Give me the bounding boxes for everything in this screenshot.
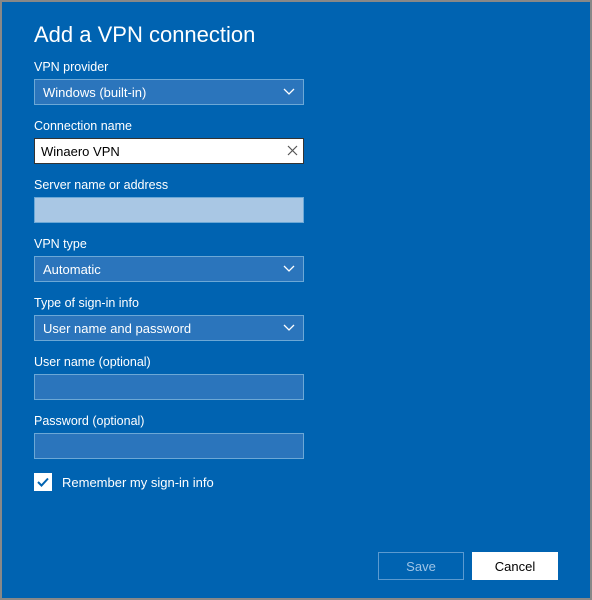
- label-username: User name (optional): [34, 355, 558, 369]
- cancel-button[interactable]: Cancel: [472, 552, 558, 580]
- vpn-form: VPN provider Windows (built-in) Connecti…: [34, 60, 558, 552]
- page-title: Add a VPN connection: [34, 22, 558, 48]
- row-remember: Remember my sign-in info: [34, 473, 558, 491]
- field-signin-type: Type of sign-in info User name and passw…: [34, 296, 558, 341]
- field-connection-name: Connection name: [34, 119, 558, 164]
- label-password: Password (optional): [34, 414, 558, 428]
- label-vpn-provider: VPN provider: [34, 60, 558, 74]
- save-button: Save: [378, 552, 464, 580]
- field-vpn-provider: VPN provider Windows (built-in): [34, 60, 558, 105]
- add-vpn-window: Add a VPN connection VPN provider Window…: [2, 2, 590, 598]
- input-connection-name[interactable]: [34, 138, 304, 164]
- label-server: Server name or address: [34, 178, 558, 192]
- input-username[interactable]: [34, 374, 304, 400]
- label-connection-name: Connection name: [34, 119, 558, 133]
- select-signin-type-value: User name and password: [43, 321, 191, 336]
- label-signin-type: Type of sign-in info: [34, 296, 558, 310]
- select-vpn-type[interactable]: Automatic: [34, 256, 304, 282]
- field-server: Server name or address: [34, 178, 558, 223]
- field-username: User name (optional): [34, 355, 558, 400]
- select-vpn-type-value: Automatic: [43, 262, 101, 277]
- chevron-down-icon: [283, 324, 295, 332]
- chevron-down-icon: [283, 265, 295, 273]
- field-vpn-type: VPN type Automatic: [34, 237, 558, 282]
- clear-icon[interactable]: [287, 144, 298, 158]
- checkbox-remember[interactable]: [34, 473, 52, 491]
- select-vpn-provider[interactable]: Windows (built-in): [34, 79, 304, 105]
- input-password[interactable]: [34, 433, 304, 459]
- label-remember: Remember my sign-in info: [62, 475, 214, 490]
- button-row: Save Cancel: [34, 552, 558, 580]
- input-server[interactable]: [34, 197, 304, 223]
- select-vpn-provider-value: Windows (built-in): [43, 85, 146, 100]
- label-vpn-type: VPN type: [34, 237, 558, 251]
- select-signin-type[interactable]: User name and password: [34, 315, 304, 341]
- field-password: Password (optional): [34, 414, 558, 459]
- chevron-down-icon: [283, 88, 295, 96]
